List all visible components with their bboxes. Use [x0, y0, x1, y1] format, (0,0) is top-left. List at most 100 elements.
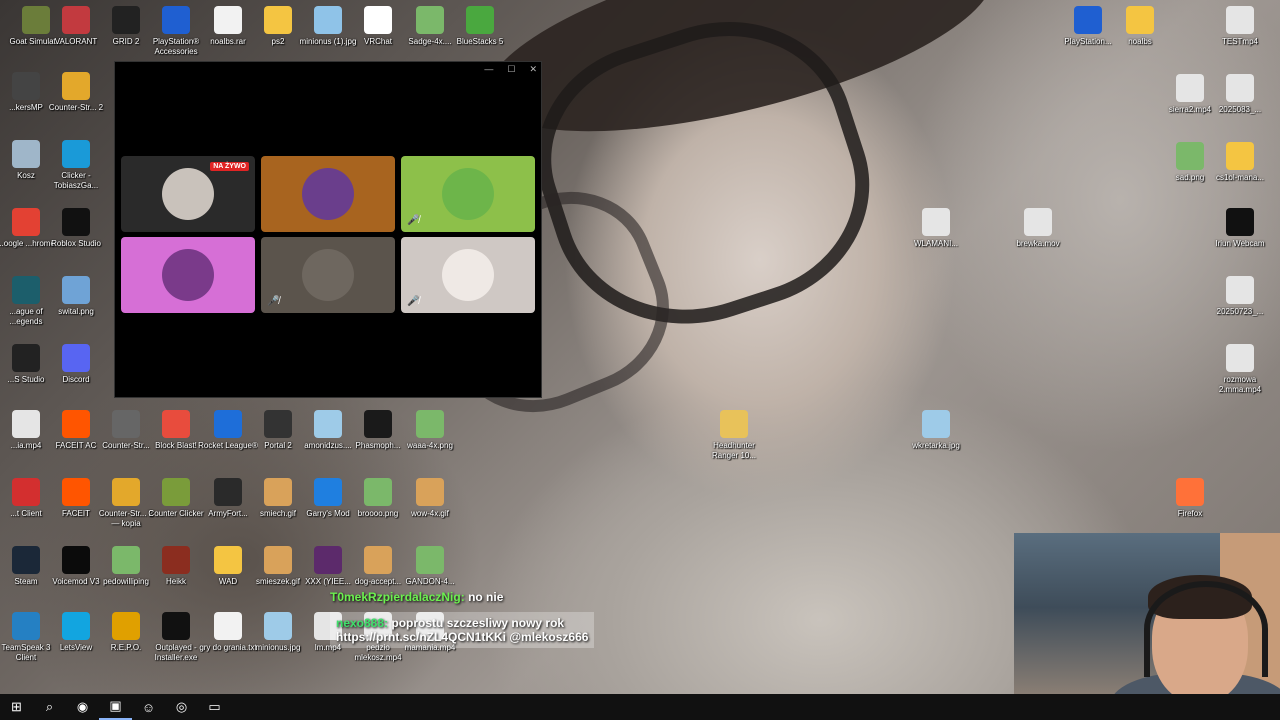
avatar	[442, 249, 494, 301]
cs-icon	[62, 72, 90, 100]
desktop-icon[interactable]: GANDON-4...	[400, 546, 460, 587]
folder-icon	[214, 546, 242, 574]
desktop-icon[interactable]: PlayStation® Accessories	[146, 6, 206, 57]
chat-text: no nie	[468, 590, 504, 604]
search-button[interactable]: ⌕	[33, 694, 66, 720]
image-icon	[264, 612, 292, 640]
image-icon	[416, 478, 444, 506]
image-icon	[264, 478, 292, 506]
desktop-icon[interactable]: wow-4x.gif	[400, 478, 460, 519]
obs-taskbar[interactable]: ◎	[165, 694, 198, 720]
desktop-icon-label: Iriun Webcam	[1215, 239, 1265, 248]
mic-muted-icon: 🎤̸	[407, 215, 420, 226]
video-icon	[1024, 208, 1052, 236]
desktop-icon[interactable]: swital.png	[46, 276, 106, 317]
faceit-icon	[62, 478, 90, 506]
desktop-icon-label: Block Blast!	[155, 441, 197, 450]
desktop-icon[interactable]: PlayStation...	[1058, 6, 1118, 47]
desktop-icon[interactable]: Clicker - TobiaszGa...	[46, 140, 106, 191]
chrome-taskbar[interactable]: ◉	[66, 694, 99, 720]
game-icon	[12, 72, 40, 100]
avatar	[302, 249, 354, 301]
video-icon	[922, 208, 950, 236]
avatar	[162, 168, 214, 220]
desktop-icon-label: Firefox	[1177, 509, 1203, 518]
desktop-icon[interactable]: Discord	[46, 344, 106, 385]
call-window[interactable]: — ☐ ✕ NA ŻYWO 🎤̸ 🎤̸ 🎤̸	[114, 61, 542, 398]
firefox-icon	[1176, 478, 1204, 506]
desktop-icon-label: noalbs	[1128, 37, 1152, 46]
desktop-icon[interactable]: brewka.mov	[1008, 208, 1068, 249]
blocks-icon	[162, 410, 190, 438]
video-icon	[1226, 6, 1254, 34]
desktop-icon-label: broooo.png	[357, 509, 399, 518]
participant-5-tile[interactable]: 🎤̸	[261, 237, 395, 313]
window-controls: — ☐ ✕	[484, 64, 537, 75]
desktop-icon-label: TESTmp4	[1221, 37, 1258, 46]
start-button[interactable]: ⊞	[0, 694, 33, 720]
desktop-icon-label: Counter-Str... 2	[48, 103, 104, 112]
participant-4-tile[interactable]	[121, 237, 255, 313]
desktop-icon[interactable]: Heikk	[146, 546, 206, 587]
avatar	[442, 168, 494, 220]
desktop-icon[interactable]: WLAMANI...	[906, 208, 966, 249]
desktop-icon[interactable]: wkretarka.jpg	[906, 410, 966, 451]
participant-1-tile[interactable]: NA ŻYWO	[121, 156, 255, 232]
desktop-icon-label: VRChat	[363, 37, 392, 46]
explorer-taskbar[interactable]: ▭	[198, 694, 231, 720]
desktop-icon-label: PlayStation...	[1064, 37, 1112, 46]
maximize-button[interactable]: ☐	[507, 64, 515, 75]
participant-6-tile[interactable]: 🎤̸	[401, 237, 535, 313]
close-button[interactable]: ✕	[529, 64, 537, 75]
desktop-icon[interactable]: Firefox	[1160, 478, 1220, 519]
client-icon	[12, 478, 40, 506]
minimize-button[interactable]: —	[484, 64, 493, 75]
desktop-icon[interactable]: Roblox Studio	[46, 208, 106, 249]
desktop-icon-label: wow-4x.gif	[411, 509, 449, 518]
desktop-icon[interactable]: rozmowa 2.mma.mp4	[1210, 344, 1270, 395]
desktop-icon[interactable]: Phasmoph...	[348, 410, 408, 451]
chat-link: https://prnt.sc/nZL4QCN1tKKi @mlekosz666	[336, 630, 589, 644]
taskbar: ⊞ ⌕ ◉ ▣ ☺ ◎ ▭	[0, 694, 1280, 720]
army-icon	[214, 478, 242, 506]
desktop-icon-label: Roblox Studio	[51, 239, 101, 248]
zip-icon	[720, 410, 748, 438]
ghost-icon	[364, 410, 392, 438]
desktop-icon[interactable]: 20250723_...	[1210, 276, 1270, 317]
cs-icon	[112, 478, 140, 506]
desktop-icon[interactable]: cs1ol-mana...	[1210, 142, 1270, 183]
desktop-icon[interactable]: broooo.png	[348, 478, 408, 519]
desktop-icon[interactable]: VRChat	[348, 6, 408, 47]
desktop-icon-label: rozmowa 2.mma.mp4	[1218, 375, 1262, 394]
desktop-icon-label: Heikk	[165, 577, 186, 586]
teamspeak-icon	[12, 612, 40, 640]
desktop-icon[interactable]: 2025083_...	[1210, 74, 1270, 115]
folder-icon	[1226, 142, 1254, 170]
desktop-icon[interactable]: Counter Clicker	[146, 478, 206, 519]
desktop-icon-label: Discord	[62, 375, 90, 384]
participant-2-tile[interactable]	[261, 156, 395, 232]
webcam-icon	[1226, 208, 1254, 236]
discord-taskbar[interactable]: ☺	[132, 694, 165, 720]
desktop-icon[interactable]: waaa-4x.png	[400, 410, 460, 451]
desktop-icon[interactable]: TESTmp4	[1210, 6, 1270, 47]
steam-icon	[12, 546, 40, 574]
app-taskbar-1[interactable]: ▣	[99, 694, 132, 720]
mic-muted-icon: 🎤̸	[267, 296, 280, 307]
desktop-icon[interactable]: Block Blast!	[146, 410, 206, 451]
desktop-icon[interactable]: Counter-Str... 2	[46, 72, 106, 113]
desktop-icon-label: Clicker - TobiaszGa...	[53, 171, 99, 190]
desktop-icon[interactable]: BlueStacks 5	[450, 6, 510, 47]
chat-overlay: T0mekRzpierdalaczNig: no nie nexo888: po…	[330, 590, 700, 648]
lol-icon	[12, 276, 40, 304]
desktop-icon[interactable]: noalbs	[1110, 6, 1170, 47]
desktop-icon[interactable]: dog-accept...	[348, 546, 408, 587]
participant-3-tile[interactable]: 🎤̸	[401, 156, 535, 232]
app-icon	[62, 140, 90, 168]
desktop-icon[interactable]: Headhunter Ranger 10...	[704, 410, 764, 461]
desktop-icon[interactable]: Iriun Webcam	[1210, 208, 1270, 249]
chat-username: nexo888:	[336, 616, 389, 630]
desktop-icon[interactable]: Outplayed - Installer.exe	[146, 612, 206, 663]
playstation-icon	[1074, 6, 1102, 34]
trash-icon	[12, 140, 40, 168]
